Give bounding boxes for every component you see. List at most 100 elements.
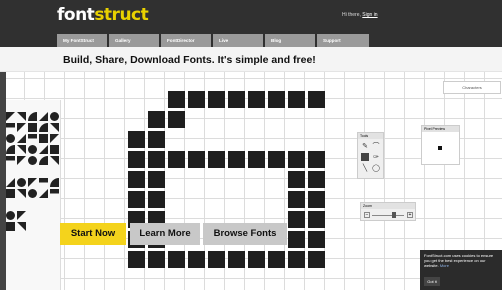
brick-triangle[interactable] xyxy=(50,134,59,143)
brick-triangle[interactable] xyxy=(6,112,15,121)
fontstruct-logo[interactable]: fontstruct xyxy=(57,5,149,25)
brick-triangle[interactable] xyxy=(39,145,48,154)
fill-block-icon[interactable] xyxy=(361,153,369,161)
glyph-brick[interactable] xyxy=(128,151,145,168)
nav-tab-live[interactable]: Live xyxy=(213,34,263,47)
brick-half[interactable] xyxy=(6,156,15,161)
brick-triangle[interactable] xyxy=(39,112,48,121)
start-now-button[interactable]: Start Now xyxy=(60,223,126,245)
brick-triangle[interactable] xyxy=(50,123,59,132)
glyph-brick[interactable] xyxy=(268,251,285,268)
glyph-brick[interactable] xyxy=(188,251,205,268)
brick-triangle[interactable] xyxy=(28,178,37,187)
eyedropper-icon[interactable]: ✑ xyxy=(372,153,380,161)
brick-triangle[interactable] xyxy=(17,134,26,143)
brick-circle[interactable] xyxy=(28,156,37,165)
brick-half[interactable] xyxy=(50,189,59,194)
glyph-brick[interactable] xyxy=(308,171,325,188)
glyph-brick[interactable] xyxy=(228,251,245,268)
glyph-brick[interactable] xyxy=(268,151,285,168)
brick-triangle[interactable] xyxy=(17,211,26,220)
glyph-brick[interactable] xyxy=(128,171,145,188)
glyph-brick[interactable] xyxy=(288,191,305,208)
brick-triangle[interactable] xyxy=(17,123,26,132)
brick-circle[interactable] xyxy=(6,211,15,220)
nav-tab-gallery[interactable]: Gallery xyxy=(109,34,159,47)
brick-square[interactable] xyxy=(6,222,15,231)
brick-circle[interactable] xyxy=(50,112,59,121)
glyph-brick[interactable] xyxy=(148,151,165,168)
brick-square[interactable] xyxy=(6,189,15,198)
browse-fonts-button[interactable]: Browse Fonts xyxy=(203,223,287,245)
glyph-brick[interactable] xyxy=(168,251,185,268)
brick-quarter[interactable] xyxy=(6,145,15,154)
glyph-brick[interactable] xyxy=(228,151,245,168)
brick-triangle[interactable] xyxy=(17,156,26,165)
brick-triangle[interactable] xyxy=(50,156,59,165)
glyph-brick[interactable] xyxy=(308,211,325,228)
glyph-brick[interactable] xyxy=(148,171,165,188)
brick-circle[interactable] xyxy=(28,145,37,154)
glyph-brick[interactable] xyxy=(308,91,325,108)
brick-quarter[interactable] xyxy=(39,123,48,132)
brick-triangle[interactable] xyxy=(6,178,15,187)
glyph-brick[interactable] xyxy=(148,111,165,128)
glyph-brick[interactable] xyxy=(308,231,325,248)
zoom-in-icon[interactable]: + xyxy=(407,212,413,218)
brick-triangle[interactable] xyxy=(17,145,26,154)
zoom-out-icon[interactable]: − xyxy=(364,212,370,218)
brick-square[interactable] xyxy=(39,134,48,143)
cookie-got-it-button[interactable]: Got it xyxy=(424,277,440,286)
line-tool-icon[interactable]: ╲ xyxy=(361,164,369,172)
glyph-brick[interactable] xyxy=(308,151,325,168)
characters-button[interactable]: Characters xyxy=(443,81,501,94)
brick-square[interactable] xyxy=(50,145,59,154)
brick-quarter[interactable] xyxy=(50,178,59,187)
glyph-brick[interactable] xyxy=(268,91,285,108)
glyph-brick[interactable] xyxy=(168,151,185,168)
brick-square[interactable] xyxy=(28,123,37,132)
nav-tab-fontdirector[interactable]: FontDirector xyxy=(161,34,211,47)
brick-triangle[interactable] xyxy=(17,222,26,231)
glyph-brick[interactable] xyxy=(168,111,185,128)
brick-circle[interactable] xyxy=(6,134,15,143)
cookie-more-link[interactable]: More xyxy=(440,263,449,268)
brick-half[interactable] xyxy=(39,178,48,183)
eraser-icon[interactable]: ◯ xyxy=(372,164,380,172)
glyph-canvas[interactable] xyxy=(120,89,325,285)
pencil-icon[interactable]: ✎ xyxy=(361,142,369,150)
glyph-brick[interactable] xyxy=(288,91,305,108)
brick-half[interactable] xyxy=(6,123,15,128)
glyph-brick[interactable] xyxy=(148,251,165,268)
nav-tab-my-fontstruct[interactable]: My FontStruct xyxy=(57,34,107,47)
glyph-brick[interactable] xyxy=(128,251,145,268)
glyph-brick[interactable] xyxy=(248,251,265,268)
brick-quarter[interactable] xyxy=(28,112,37,121)
glyph-brick[interactable] xyxy=(288,251,305,268)
brick-triangle[interactable] xyxy=(17,112,26,121)
sign-in-link[interactable]: Sign in xyxy=(362,12,377,18)
glyph-brick[interactable] xyxy=(128,131,145,148)
nav-tab-support[interactable]: Support xyxy=(317,34,369,47)
glyph-brick[interactable] xyxy=(168,91,185,108)
brush-icon[interactable]: ⌒ xyxy=(372,142,380,150)
glyph-brick[interactable] xyxy=(148,191,165,208)
nav-tab-blog[interactable]: Blog xyxy=(265,34,315,47)
glyph-brick[interactable] xyxy=(208,251,225,268)
glyph-brick[interactable] xyxy=(188,151,205,168)
brick-circle[interactable] xyxy=(28,189,37,198)
brick-circle[interactable] xyxy=(17,178,26,187)
glyph-brick[interactable] xyxy=(188,91,205,108)
glyph-brick[interactable] xyxy=(288,171,305,188)
glyph-brick[interactable] xyxy=(288,231,305,248)
glyph-brick[interactable] xyxy=(128,191,145,208)
glyph-brick[interactable] xyxy=(208,91,225,108)
zoom-slider-handle[interactable] xyxy=(392,212,397,218)
brick-quarter[interactable] xyxy=(39,156,48,165)
glyph-brick[interactable] xyxy=(148,131,165,148)
glyph-brick[interactable] xyxy=(248,91,265,108)
glyph-brick[interactable] xyxy=(288,151,305,168)
glyph-brick[interactable] xyxy=(228,91,245,108)
learn-more-button[interactable]: Learn More xyxy=(130,223,200,245)
brick-triangle[interactable] xyxy=(39,189,48,198)
